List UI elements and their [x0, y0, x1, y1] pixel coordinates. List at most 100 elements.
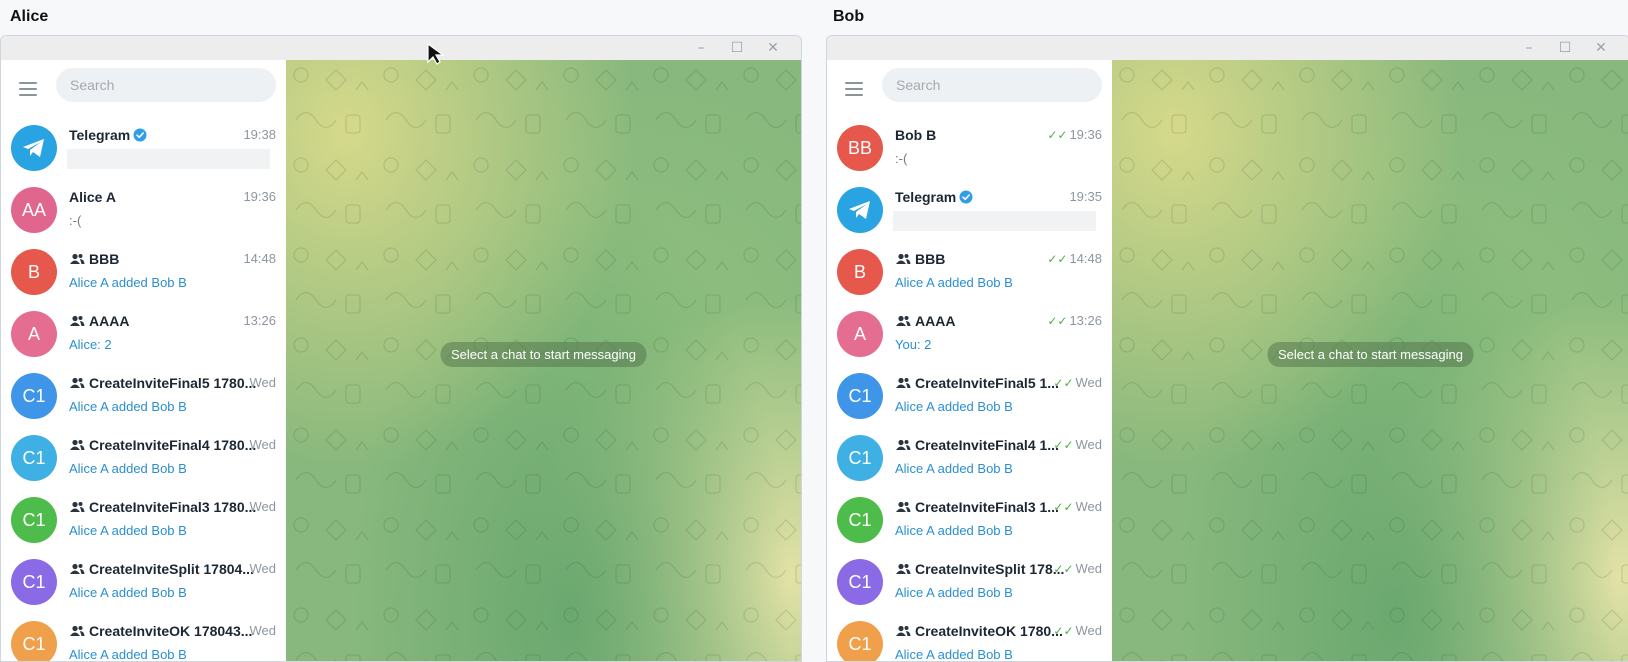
hamburger-icon[interactable] [843, 78, 865, 100]
pane-label-alice: Alice [10, 8, 49, 25]
chat-name: CreateInviteFinal5 1... [915, 375, 1059, 391]
chat-list-item[interactable]: Telegram 19:35 [827, 179, 1112, 241]
chat-background: Select a chat to start messaging [1112, 60, 1628, 661]
avatar: C1 [837, 497, 883, 543]
double-check-icon: ✓✓ [1047, 314, 1068, 328]
avatar: BB [837, 125, 883, 171]
chat-preview: Alice A added Bob B [69, 585, 187, 600]
group-icon [70, 377, 85, 388]
chat-time-value: Wed [249, 375, 277, 390]
minimize-button[interactable]: – [1511, 36, 1547, 60]
chat-time: 13:26 [243, 313, 276, 328]
avatar: C1 [837, 435, 883, 481]
avatar: C1 [11, 621, 57, 661]
chat-time-value: Wed [1075, 623, 1103, 638]
chat-time: ✓✓ Wed [1053, 623, 1102, 638]
chat-list-item[interactable]: C1 CreateInviteFinal3 1... ✓✓ Wed Alice A ad… [827, 489, 1112, 551]
chat-name: BBB [89, 251, 120, 267]
group-icon [70, 253, 85, 264]
chat-preview: Alice A added Bob B [895, 523, 1013, 538]
chat-list-item[interactable]: C1 CreateInviteOK 1780... ✓✓ Wed Alice A add… [827, 613, 1112, 661]
chat-list-item[interactable]: B BBB 14:48 Alice A added Bob B [1, 241, 286, 303]
chat-preview: Alice A added Bob B [895, 275, 1013, 290]
group-icon [70, 501, 85, 512]
chat-list-item[interactable]: C1 CreateInviteFinal5 1... ✓✓ Wed Alice A ad… [827, 365, 1112, 427]
chat-preview: :-( [69, 213, 82, 228]
telegram-plane-icon [23, 139, 44, 157]
search-input[interactable] [56, 68, 276, 102]
chat-name: Telegram [69, 127, 131, 143]
avatar [837, 187, 883, 233]
chat-preview: Alice A added Bob B [69, 275, 187, 290]
close-button[interactable]: ✕ [755, 36, 791, 60]
select-chat-hint: Select a chat to start messaging [440, 342, 647, 367]
chat-list-sidebar: BBBob B✓✓19:36:-(Telegram19:35BBBB✓✓14:4… [827, 60, 1112, 661]
chat-list-item[interactable]: C1 CreateInviteFinal4 1... ✓✓ Wed Alice A ad… [827, 427, 1112, 489]
chat-time: ✓✓ Wed [1053, 375, 1102, 390]
chat-list-item[interactable]: C1 CreateInviteOK 178043... Wed Alice A add… [1, 613, 286, 661]
double-check-icon: ✓✓ [1047, 128, 1068, 142]
window-titlebar[interactable]: – ☐ ✕ [1, 36, 801, 60]
chat-time-value: 13:26 [1069, 313, 1102, 328]
avatar: C1 [11, 559, 57, 605]
close-button[interactable]: ✕ [1583, 36, 1619, 60]
chat-list-item[interactable]: C1 CreateInviteSplit 178... ✓✓ Wed Alice A a… [827, 551, 1112, 613]
double-check-icon: ✓✓ [1053, 500, 1074, 514]
chat-list-item[interactable]: A AAAA ✓✓ 13:26 You: 2 [827, 303, 1112, 365]
chat-name: CreateInviteFinal3 1780... [89, 499, 257, 515]
chat-list-item[interactable]: C1 CreateInviteFinal5 1780... Wed Alice A a… [1, 365, 286, 427]
search-input[interactable] [882, 68, 1102, 102]
maximize-button[interactable]: ☐ [1547, 36, 1583, 60]
window-titlebar[interactable]: – ☐ ✕ [827, 36, 1628, 60]
avatar: C1 [11, 373, 57, 419]
select-chat-hint: Select a chat to start messaging [1267, 342, 1474, 367]
chat-list-item[interactable]: AA Alice A 19:36:-( [1, 179, 286, 241]
avatar: C1 [837, 373, 883, 419]
avatar: C1 [837, 621, 883, 661]
mouse-cursor-icon [427, 42, 445, 65]
group-icon [896, 439, 911, 450]
avatar: A [837, 311, 883, 357]
chat-list-item[interactable]: C1 CreateInviteFinal4 1780... Wed Alice A a… [1, 427, 286, 489]
chat-name: CreateInviteFinal4 1780... [89, 437, 257, 453]
chat-list-item[interactable]: C1 CreateInviteSplit 17804... Wed Alice A a… [1, 551, 286, 613]
chat-list-item[interactable]: B BBB ✓✓ 14:48 Alice A added Bob B [827, 241, 1112, 303]
double-check-icon: ✓✓ [1053, 562, 1074, 576]
chat-name: CreateInviteFinal4 1... [915, 437, 1059, 453]
chat-title: AAAA [69, 313, 269, 331]
chat-name: CreateInviteOK 178043... [89, 623, 253, 639]
chat-time-value: Wed [1075, 561, 1103, 576]
maximize-button[interactable]: ☐ [719, 36, 755, 60]
chat-preview: Alice A added Bob B [895, 585, 1013, 600]
pane-label-bob: Bob [833, 8, 865, 25]
avatar: C1 [11, 435, 57, 481]
hamburger-icon[interactable] [17, 78, 39, 100]
chat-list-item[interactable]: Telegram 19:38 [1, 117, 286, 179]
avatar: A [11, 311, 57, 357]
chat-name: AAAA [915, 313, 956, 329]
chat-title: CreateInviteFinal4 1780... [69, 437, 269, 455]
chat-list-sidebar: Telegram19:38AAAlice A19:36:-(BBBB14:48A… [1, 60, 286, 661]
chat-time-value: 14:48 [243, 251, 276, 266]
chat-name: CreateInviteOK 1780... [915, 623, 1063, 639]
chat-time: 19:35 [1069, 189, 1102, 204]
chat-preview: Alice: 2 [69, 337, 112, 352]
chat-name: AAAA [89, 313, 130, 329]
double-check-icon: ✓✓ [1047, 252, 1068, 266]
double-check-icon: ✓✓ [1053, 376, 1074, 390]
chat-background: Select a chat to start messaging [286, 60, 801, 661]
chat-time: ✓✓ Wed [1053, 499, 1102, 514]
minimize-button[interactable]: – [683, 36, 719, 60]
chat-time-value: 19:36 [1069, 127, 1102, 142]
chat-time-value: Wed [1075, 499, 1103, 514]
group-icon [896, 253, 911, 264]
chat-time: ✓✓ Wed [1053, 437, 1102, 452]
chat-list-item[interactable]: C1 CreateInviteFinal3 1780... Wed Alice A a… [1, 489, 286, 551]
chat-list-item[interactable]: BB Bob B ✓✓ 19:36:-( [827, 117, 1112, 179]
chat-list-item[interactable]: A AAAA 13:26 Alice: 2 [1, 303, 286, 365]
chat-list: Telegram 19:38 AA Alice A 19:36:-(B BBB 14:48 A… [1, 117, 286, 661]
chat-preview: Alice A added Bob B [895, 647, 1013, 661]
chat-time-value: 19:38 [243, 127, 276, 142]
chat-title: Telegram [895, 189, 1095, 207]
chat-title: Telegram [69, 127, 269, 145]
